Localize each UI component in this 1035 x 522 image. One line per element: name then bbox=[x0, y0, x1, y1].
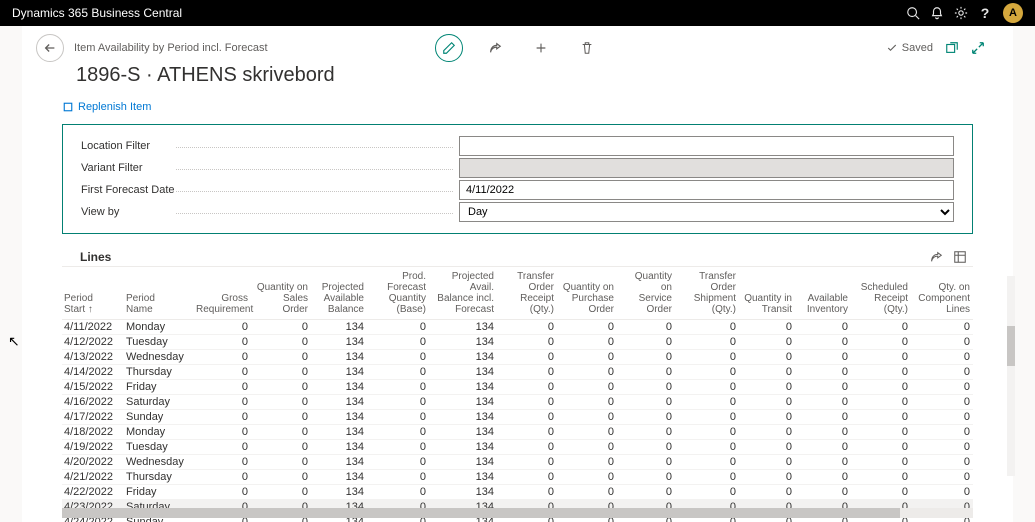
search-icon[interactable] bbox=[901, 1, 925, 25]
popout-icon[interactable] bbox=[945, 41, 959, 55]
table-row[interactable]: 4/18/2022Monday00134013400000000 bbox=[62, 425, 973, 440]
location-filter-label: Location Filter bbox=[81, 140, 459, 152]
help-icon[interactable]: ? bbox=[973, 1, 997, 25]
lines-expand-icon[interactable] bbox=[953, 250, 967, 264]
col-header[interactable]: ProjectedAvail.Balance incl.Forecast bbox=[432, 267, 500, 320]
col-header[interactable]: GrossRequirement bbox=[194, 267, 254, 320]
gear-icon[interactable] bbox=[949, 1, 973, 25]
table-row[interactable]: 4/11/2022Monday00134013400000000 bbox=[62, 320, 973, 335]
filter-card: Location Filter Variant Filter First For… bbox=[62, 124, 973, 234]
col-header[interactable]: Prod.ForecastQuantity(Base) bbox=[370, 267, 432, 320]
table-row[interactable]: 4/22/2022Friday00134013400000000 bbox=[62, 485, 973, 500]
view-by-select[interactable]: Day bbox=[459, 202, 954, 222]
table-row[interactable]: 4/21/2022Thursday00134013400000000 bbox=[62, 470, 973, 485]
col-header[interactable]: ProjectedAvailableBalance bbox=[314, 267, 370, 320]
col-header[interactable]: PeriodName bbox=[124, 267, 194, 320]
saved-indicator: Saved bbox=[886, 42, 933, 54]
mouse-cursor-icon: ↖ bbox=[8, 333, 20, 350]
vertical-scrollbar[interactable] bbox=[1007, 276, 1015, 476]
breadcrumb: Item Availability by Period incl. Foreca… bbox=[74, 42, 268, 54]
col-header[interactable]: Quantity onServiceOrder bbox=[620, 267, 678, 320]
col-header[interactable]: Qty. onComponentLines bbox=[914, 267, 973, 320]
lines-table: PeriodStart ↑PeriodNameGrossRequirementQ… bbox=[62, 267, 973, 522]
collapse-icon[interactable] bbox=[971, 41, 985, 55]
view-by-label: View by bbox=[81, 206, 459, 218]
col-header[interactable]: PeriodStart ↑ bbox=[62, 267, 124, 320]
back-button[interactable] bbox=[36, 34, 64, 62]
replenish-item-action[interactable]: Replenish Item bbox=[62, 101, 151, 113]
bell-icon[interactable] bbox=[925, 1, 949, 25]
col-header[interactable]: ScheduledReceipt(Qty.) bbox=[854, 267, 914, 320]
col-header[interactable]: Quantity inTransit bbox=[742, 267, 798, 320]
variant-filter-label: Variant Filter bbox=[81, 162, 459, 174]
share-button[interactable] bbox=[481, 34, 509, 62]
lines-table-wrap: PeriodStart ↑PeriodNameGrossRequirementQ… bbox=[62, 266, 973, 522]
table-row[interactable]: 4/15/2022Friday00134013400000000 bbox=[62, 380, 973, 395]
variant-filter-input bbox=[459, 158, 954, 178]
table-row[interactable]: 4/14/2022Thursday00134013400000000 bbox=[62, 365, 973, 380]
product-name: Dynamics 365 Business Central bbox=[12, 6, 182, 20]
table-row[interactable]: 4/13/2022Wednesday00134013400000000 bbox=[62, 350, 973, 365]
col-header[interactable]: Quantity onPurchaseOrder bbox=[560, 267, 620, 320]
table-row[interactable]: 4/16/2022Saturday00134013400000000 bbox=[62, 395, 973, 410]
col-header[interactable]: Quantity onSalesOrder bbox=[254, 267, 314, 320]
edit-button[interactable] bbox=[435, 34, 463, 62]
table-row[interactable]: 4/12/2022Tuesday00134013400000000 bbox=[62, 335, 973, 350]
first-forecast-date-label: First Forecast Date bbox=[81, 184, 459, 196]
delete-button[interactable] bbox=[573, 34, 601, 62]
page-card: Item Availability by Period incl. Foreca… bbox=[22, 26, 1013, 522]
horizontal-scrollbar[interactable] bbox=[62, 508, 973, 518]
table-row[interactable]: 4/19/2022Tuesday00134013400000000 bbox=[62, 440, 973, 455]
col-header[interactable]: AvailableInventory bbox=[798, 267, 854, 320]
lines-share-icon[interactable] bbox=[929, 250, 943, 264]
app-topbar: Dynamics 365 Business Central ? A bbox=[0, 0, 1035, 26]
page-title: 1896-S · ATHENS skrivebord bbox=[22, 64, 1013, 95]
col-header[interactable]: TransferOrderShipment(Qty.) bbox=[678, 267, 742, 320]
avatar[interactable]: A bbox=[1003, 3, 1023, 23]
new-button[interactable] bbox=[527, 34, 555, 62]
first-forecast-date-input[interactable] bbox=[459, 180, 954, 200]
table-row[interactable]: 4/17/2022Sunday00134013400000000 bbox=[62, 410, 973, 425]
col-header[interactable]: TransferOrderReceipt(Qty.) bbox=[500, 267, 560, 320]
table-row[interactable]: 4/20/2022Wednesday00134013400000000 bbox=[62, 455, 973, 470]
location-filter-input[interactable] bbox=[459, 136, 954, 156]
lines-section-title: Lines bbox=[62, 244, 973, 264]
